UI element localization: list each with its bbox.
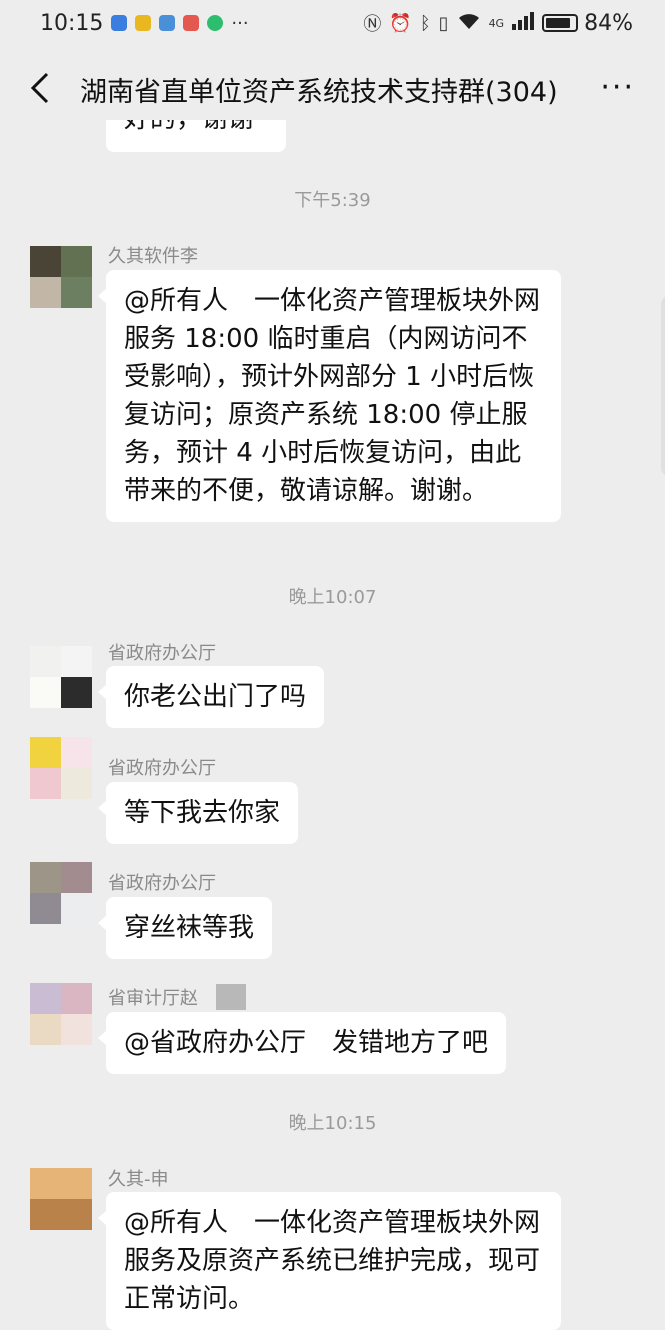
status-time: 10:15 [40, 10, 104, 36]
notification-app-icon-4 [183, 15, 200, 31]
avatar-cell [30, 277, 61, 308]
chat-history[interactable]: 好的，谢谢 下午5:39 久其软件李 @所有人 一体化资产管理板块外网服务 18… [0, 120, 665, 1330]
battery-fill [546, 18, 570, 28]
message-text: @所有人 一体化资产管理板块外网服务 18:00 临时重启（内网访问不受影响），… [124, 286, 541, 506]
message-bubble[interactable]: 等下我去你家 [97, 782, 299, 844]
status-bar: 10:15 ··· Ⓝ ⏰ ᛒ ▯ 4G 84% [0, 0, 665, 46]
sender-name: 省政府办公厅 [108, 873, 216, 894]
avatar-cell [30, 1168, 61, 1199]
battery-icon [542, 14, 579, 32]
timestamp: 晚上10:07 [288, 587, 377, 608]
avatar-cell [61, 1199, 92, 1230]
message-text: 穿丝袜等我 [124, 913, 255, 943]
notification-app-icon-1 [111, 15, 128, 31]
network-type: 4G [488, 16, 505, 30]
avatar-cell [30, 646, 61, 677]
timestamp: 下午5:39 [294, 190, 371, 211]
notification-app-icon-5 [207, 15, 224, 31]
message-text: 你老公出门了吗 [124, 682, 307, 712]
avatar-cell [30, 1014, 61, 1045]
avatar-cell [61, 246, 92, 277]
avatar-cell [30, 983, 61, 1014]
partial-message-text: 好的，谢谢 [124, 120, 254, 135]
message-bubble[interactable]: 你老公出门了吗 [97, 666, 325, 728]
group-title: 湖南省直单位资产系统技术支持群(304) [80, 77, 558, 108]
avatar-cell [30, 737, 61, 768]
wifi-icon [457, 11, 481, 36]
sender-name: 省政府办公厅 [108, 758, 216, 779]
avatar-cell [30, 1199, 61, 1230]
avatar[interactable] [30, 1168, 92, 1230]
avatar[interactable] [30, 646, 92, 708]
avatar-cell [30, 862, 61, 893]
avatar-cell [61, 1014, 92, 1045]
side-edge-handle[interactable] [661, 296, 665, 476]
avatar-cell [61, 646, 92, 677]
signal-icon [512, 11, 535, 36]
message-bubble[interactable]: @所有人 一体化资产管理板块外网服务及原资产系统已维护完成，现可正常访问。 [98, 1192, 561, 1330]
redacted-block [216, 984, 246, 1010]
avatar[interactable] [30, 246, 92, 308]
battery-percent: 84% [584, 10, 633, 36]
sender-name: 省审计厅赵 [108, 988, 198, 1009]
notification-app-icon-3 [159, 15, 176, 31]
battery-indicator: 84% [542, 11, 633, 36]
sender-name: 久其软件李 [108, 246, 198, 267]
avatar[interactable] [30, 983, 92, 1045]
notification-app-icon-2 [135, 15, 152, 31]
message-bubble[interactable]: 穿丝袜等我 [97, 897, 273, 959]
avatar-cell [61, 862, 92, 893]
partial-message-bubble[interactable]: 好的，谢谢 [106, 120, 286, 152]
sender-name: 省政府办公厅 [108, 643, 216, 664]
status-right: Ⓝ ⏰ ᛒ ▯ 4G 84% [363, 10, 633, 36]
avatar-cell [61, 983, 92, 1014]
avatar-cell [61, 277, 92, 308]
message-bubble[interactable]: @省政府办公厅 发错地方了吧 [97, 1012, 507, 1074]
back-icon[interactable] [20, 68, 60, 108]
nfc-icon: Ⓝ [363, 14, 382, 35]
avatar-cell [61, 768, 92, 799]
avatar[interactable] [30, 737, 92, 799]
vibrate-icon: ▯ [438, 12, 449, 34]
timestamp: 晚上10:15 [288, 1113, 377, 1134]
avatar-cell [61, 677, 92, 708]
message-text: @所有人 一体化资产管理板块外网服务及原资产系统已维护完成，现可正常访问。 [124, 1208, 541, 1314]
avatar[interactable] [30, 862, 92, 924]
message-text: 等下我去你家 [124, 798, 281, 828]
avatar-cell [30, 893, 61, 924]
bluetooth-icon: ᛒ [419, 12, 431, 34]
avatar-cell [61, 737, 92, 768]
more-options-icon[interactable]: ··· [600, 70, 635, 105]
avatar-cell [61, 1168, 92, 1199]
sender-name: 久其-申 [108, 1169, 169, 1190]
message-bubble[interactable]: @所有人 一体化资产管理板块外网服务 18:00 临时重启（内网访问不受影响），… [98, 270, 561, 522]
message-text: @省政府办公厅 发错地方了吧 [124, 1028, 489, 1058]
chat-header: 湖南省直单位资产系统技术支持群(304) ··· [0, 56, 665, 120]
avatar-cell [30, 246, 61, 277]
alarm-icon: ⏰ [389, 12, 412, 34]
more-notifications-icon: ··· [231, 12, 249, 34]
avatar-cell [30, 768, 61, 799]
status-left: 10:15 ··· [40, 11, 249, 36]
avatar-cell [61, 893, 92, 924]
avatar-cell [30, 677, 61, 708]
